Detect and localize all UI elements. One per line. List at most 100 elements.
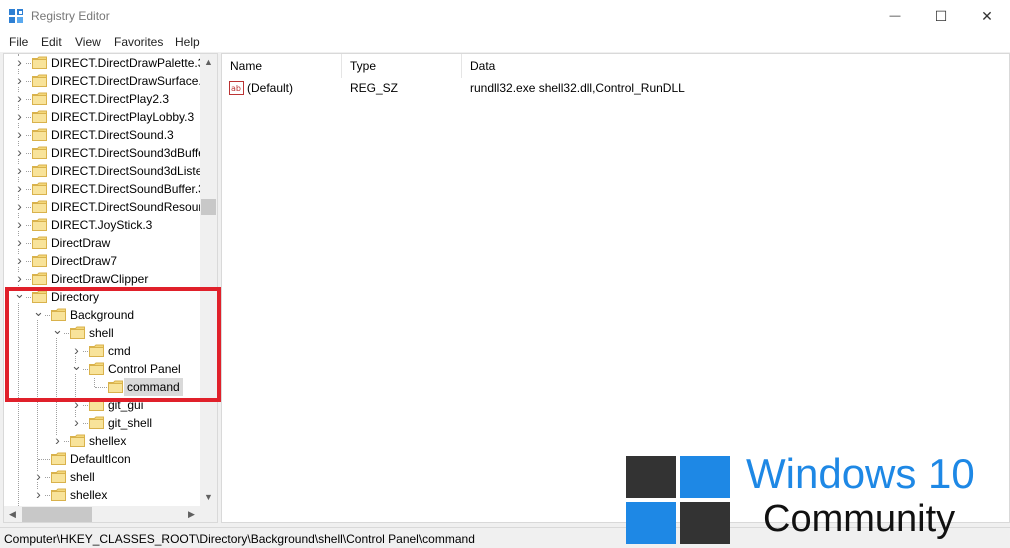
tree-item[interactable]: › DIRECT.DirectDrawSurface.3 — [4, 72, 200, 90]
value-type: REG_SZ — [350, 81, 399, 95]
maximize-button[interactable]: ☐ — [918, 0, 964, 32]
tree-item[interactable]: DefaultIcon — [4, 450, 200, 468]
chevron-right-icon[interactable]: › — [14, 235, 25, 249]
folder-icon — [89, 398, 104, 411]
chevron-right-icon[interactable]: › — [14, 127, 25, 141]
tree-item[interactable]: ⌄ shell — [4, 323, 200, 342]
tree-item[interactable]: › DIRECT.DirectPlayLobby.3 — [4, 108, 200, 126]
tree-item[interactable]: › DIRECT.DirectPlay2.3 — [4, 90, 200, 108]
chevron-right-icon[interactable]: › — [14, 163, 25, 177]
folder-icon — [51, 452, 66, 465]
scroll-right-arrow-icon[interactable]: ▶ — [183, 506, 200, 522]
tree-item[interactable]: › DIRECT.DirectSound3dBuffer — [4, 144, 200, 162]
chevron-right-icon[interactable]: › — [14, 253, 25, 267]
tree-item-label: shell — [89, 326, 114, 340]
chevron-right-icon[interactable]: › — [33, 469, 44, 483]
tree-item[interactable]: › DIRECT.JoyStick.3 — [4, 216, 200, 234]
current-key-path: Computer\HKEY_CLASSES_ROOT\Directory\Bac… — [4, 532, 475, 546]
tree-item[interactable]: › git_shell — [4, 414, 200, 432]
folder-icon — [70, 326, 85, 339]
scrollbar-corner — [200, 506, 217, 522]
menu-favorites[interactable]: Favorites — [114, 35, 163, 49]
tree-item[interactable]: ⌄ Control Panel — [4, 359, 200, 378]
tree-item-label: DIRECT.DirectSound3dListener — [51, 164, 200, 178]
tree-item-label: DIRECT.JoyStick.3 — [51, 218, 153, 232]
tree-item-label: DIRECT.DirectSoundResource — [51, 200, 200, 214]
tree-item[interactable]: › shell — [4, 468, 200, 486]
tree-item[interactable]: › DIRECT.DirectSound.3 — [4, 126, 200, 144]
chevron-right-icon[interactable]: › — [14, 73, 25, 87]
tree-item-label: DirectDraw — [51, 236, 111, 250]
chevron-right-icon[interactable]: › — [14, 145, 25, 159]
minimize-button[interactable]: — — [872, 0, 918, 32]
watermark-subtitle: Community — [763, 498, 956, 540]
chevron-down-icon[interactable]: ⌄ — [33, 305, 44, 320]
chevron-right-icon[interactable]: › — [71, 415, 82, 429]
key-tree: › DIRECT.DirectDrawPalette.3 › DIRECT.Direc… — [4, 54, 200, 506]
tree-item[interactable]: › DirectDraw7 — [4, 252, 200, 270]
value-name[interactable]: (Default) — [247, 81, 293, 95]
scroll-down-arrow-icon[interactable]: ▼ — [200, 489, 217, 506]
chevron-right-icon[interactable]: › — [14, 109, 25, 123]
tree-vertical-scrollbar[interactable]: ▲ ▼ — [200, 54, 217, 506]
tree-item-label: DIRECT.DirectSound3dBuffer — [51, 146, 200, 160]
value-data: rundll32.exe shell32.dll,Control_RunDLL — [470, 81, 685, 95]
folder-icon — [51, 470, 66, 483]
chevron-right-icon[interactable]: › — [14, 55, 25, 69]
tree-item[interactable]: › shellex — [4, 432, 200, 450]
tree-item[interactable]: › shellex — [4, 486, 200, 504]
tree-guide-line — [38, 459, 52, 460]
tree-item-label: git_gui — [108, 398, 144, 412]
chevron-right-icon[interactable]: › — [33, 487, 44, 501]
chevron-right-icon[interactable]: › — [14, 91, 25, 105]
menu-file[interactable]: File — [9, 35, 28, 49]
tree-horizontal-scrollbar[interactable]: ◀ ▶ — [4, 506, 200, 522]
folder-icon — [51, 308, 66, 321]
horizontal-scroll-thumb[interactable] — [22, 507, 92, 522]
scroll-left-arrow-icon[interactable]: ◀ — [4, 506, 21, 522]
column-header-data[interactable]: Data — [462, 54, 762, 78]
folder-icon — [32, 290, 47, 303]
chevron-right-icon[interactable]: › — [71, 343, 82, 357]
column-header-type[interactable]: Type — [342, 54, 462, 78]
chevron-right-icon[interactable]: › — [52, 433, 63, 447]
chevron-right-icon[interactable]: › — [14, 199, 25, 213]
folder-icon — [32, 92, 47, 105]
chevron-right-icon[interactable]: › — [14, 271, 25, 285]
menu-view[interactable]: View — [75, 35, 101, 49]
watermark-tile — [680, 502, 730, 544]
chevron-down-icon[interactable]: ⌄ — [14, 287, 25, 302]
tree-guide-line — [95, 387, 109, 388]
menu-edit[interactable]: Edit — [41, 35, 62, 49]
tree-item[interactable]: › DirectDraw — [4, 234, 200, 252]
tree-item[interactable]: › DIRECT.DirectDrawPalette.3 — [4, 54, 200, 72]
chevron-right-icon[interactable]: › — [14, 181, 25, 195]
close-button[interactable]: ✕ — [964, 0, 1010, 32]
tree-item[interactable]: command — [4, 378, 200, 396]
scroll-up-arrow-icon[interactable]: ▲ — [200, 54, 217, 71]
key-tree-pane[interactable]: › DIRECT.DirectDrawPalette.3 › DIRECT.Direc… — [3, 53, 218, 523]
chevron-down-icon[interactable]: ⌄ — [52, 323, 63, 338]
chevron-right-icon[interactable]: › — [71, 397, 82, 411]
tree-item-label: DIRECT.DirectPlay2.3 — [51, 92, 170, 106]
menu-help[interactable]: Help — [175, 35, 200, 49]
tree-item[interactable]: › cmd — [4, 342, 200, 360]
chevron-down-icon[interactable]: ⌄ — [71, 359, 82, 374]
vertical-scroll-thumb[interactable] — [201, 199, 216, 215]
folder-icon — [32, 110, 47, 123]
tree-item[interactable]: › DIRECT.DirectSound3dListener — [4, 162, 200, 180]
tree-item-label: Control Panel — [108, 362, 181, 376]
folder-icon — [32, 74, 47, 87]
tree-item-label: shell — [70, 470, 95, 484]
folder-icon — [32, 56, 47, 69]
tree-item[interactable]: › DirectDrawClipper — [4, 270, 200, 288]
svg-text:ab: ab — [231, 84, 241, 93]
tree-item-label: DIRECT.DirectDrawSurface.3 — [51, 74, 200, 88]
tree-item[interactable]: › git_gui — [4, 396, 200, 414]
tree-item[interactable]: › DIRECT.DirectSoundResource — [4, 198, 200, 216]
folder-icon — [32, 218, 47, 231]
tree-item[interactable]: ⌄ Background — [4, 305, 200, 324]
column-header-name[interactable]: Name — [222, 54, 342, 78]
tree-item[interactable]: › DIRECT.DirectSoundBuffer.3 — [4, 180, 200, 198]
chevron-right-icon[interactable]: › — [14, 217, 25, 231]
